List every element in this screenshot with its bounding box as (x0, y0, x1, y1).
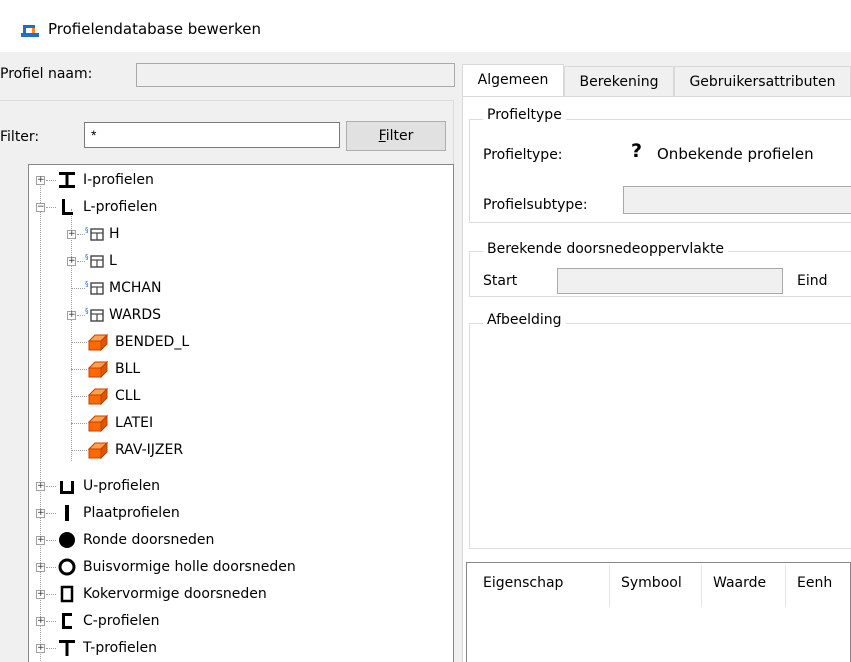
filter-button[interactable]: Filter (346, 121, 446, 151)
expand-icon[interactable]: + (36, 617, 45, 626)
profilesubtype-label: Profielsubtype: (483, 197, 588, 213)
expand-icon[interactable]: + (36, 590, 45, 599)
tree-item-label: BLL (115, 361, 141, 377)
tree-item-label: C-profielen (83, 613, 160, 629)
image-group (469, 323, 851, 549)
profile-name-field[interactable] (136, 63, 455, 87)
expand-icon[interactable]: + (36, 536, 45, 545)
tree-item-label: H (109, 226, 120, 242)
svg-text:§: § (85, 253, 89, 261)
tube-icon (58, 558, 76, 576)
properties-table[interactable]: Eigenschap Symbool Waarde Eenh (466, 562, 851, 662)
area-group-title: Berekende doorsnedeoppervlakte (483, 241, 729, 257)
profiletype-group-title: Profieltype (483, 107, 566, 123)
svg-text:§: § (85, 307, 89, 315)
profile-tree[interactable]: + I-profielen − L-profielen + § H + § L … (28, 164, 454, 662)
plate-icon (65, 505, 69, 521)
profiletype-dropdown[interactable]: ? Onbekende profielen (623, 137, 851, 171)
tree-item-label: L-profielen (83, 199, 158, 215)
column-header-eigenschap[interactable]: Eigenschap (483, 575, 563, 591)
u-channel-icon (60, 481, 74, 494)
filter-label: Filter: (0, 129, 40, 145)
profiletype-label: Profieltype: (483, 147, 563, 163)
expand-icon[interactable]: + (67, 257, 76, 266)
title-bar: Profielendatabase bewerken (0, 0, 851, 52)
t-beam-icon (59, 640, 75, 656)
end-label: Eind (797, 273, 828, 289)
expand-icon[interactable]: + (36, 644, 45, 653)
c-channel-icon (62, 613, 72, 629)
tree-item-label: WARDS (109, 307, 162, 323)
profile-3d-icon (87, 387, 109, 406)
round-bar-icon (59, 532, 75, 548)
expand-icon[interactable]: + (36, 509, 45, 518)
image-group-title: Afbeelding (483, 312, 566, 328)
svg-text:§: § (85, 280, 89, 288)
svg-text:§: § (85, 226, 89, 234)
tree-item-label: CLL (115, 388, 141, 404)
tree-item-label: I-profielen (83, 172, 154, 188)
library-icon: § (85, 280, 104, 295)
column-header-eenheid[interactable]: Eenh (797, 575, 832, 591)
tab-berekening[interactable]: Berekening (564, 66, 674, 96)
profile-3d-icon (87, 414, 109, 433)
column-header-symbool[interactable]: Symbool (621, 575, 682, 591)
tree-item-label: T-profielen (83, 640, 158, 656)
window-title: Profielendatabase bewerken (48, 20, 261, 38)
library-icon: § (85, 253, 104, 268)
tree-item-label: Kokervormige doorsneden (83, 586, 267, 602)
profile-name-label: Profiel naam: (0, 66, 93, 82)
expand-icon[interactable]: + (36, 482, 45, 491)
profilesubtype-field[interactable] (623, 186, 851, 214)
expand-icon[interactable]: + (36, 176, 45, 185)
tab-gebruikersattributen[interactable]: Gebruikersattributen (674, 66, 851, 96)
tree-item-label: BENDED_L (115, 334, 190, 350)
tree-item-label: U-profielen (83, 478, 161, 494)
start-label: Start (483, 273, 518, 289)
unknown-profile-icon: ? (631, 140, 643, 162)
tab-algemeen[interactable]: Algemeen (462, 64, 564, 96)
expand-icon[interactable]: + (67, 311, 76, 320)
tree-item-label: LATEI (115, 415, 154, 431)
tree-item-label: MCHAN (109, 280, 162, 296)
box-section-icon (60, 585, 74, 603)
tree-item-label: L (109, 253, 117, 269)
tree-item-label: RAV-IJZER (115, 442, 184, 458)
library-icon: § (85, 307, 104, 322)
i-beam-icon (59, 172, 75, 188)
profiletype-value: Onbekende profielen (657, 145, 814, 163)
database-edit-icon (21, 25, 39, 37)
expand-icon[interactable]: + (67, 230, 76, 239)
tree-item-label: Ronde doorsneden (83, 532, 215, 548)
collapse-icon[interactable]: − (36, 203, 45, 212)
tree-item-label: Buisvormige holle doorsneden (83, 559, 296, 575)
profile-3d-icon (87, 333, 109, 352)
expand-icon[interactable]: + (36, 563, 45, 572)
l-angle-icon (62, 199, 73, 215)
filter-input[interactable] (84, 122, 340, 148)
tree-item-label: Plaatprofielen (83, 505, 180, 521)
profile-3d-icon (87, 441, 109, 460)
start-field[interactable] (557, 268, 783, 294)
column-header-waarde[interactable]: Waarde (713, 575, 766, 591)
library-icon: § (85, 226, 104, 241)
profile-3d-icon (87, 360, 109, 379)
